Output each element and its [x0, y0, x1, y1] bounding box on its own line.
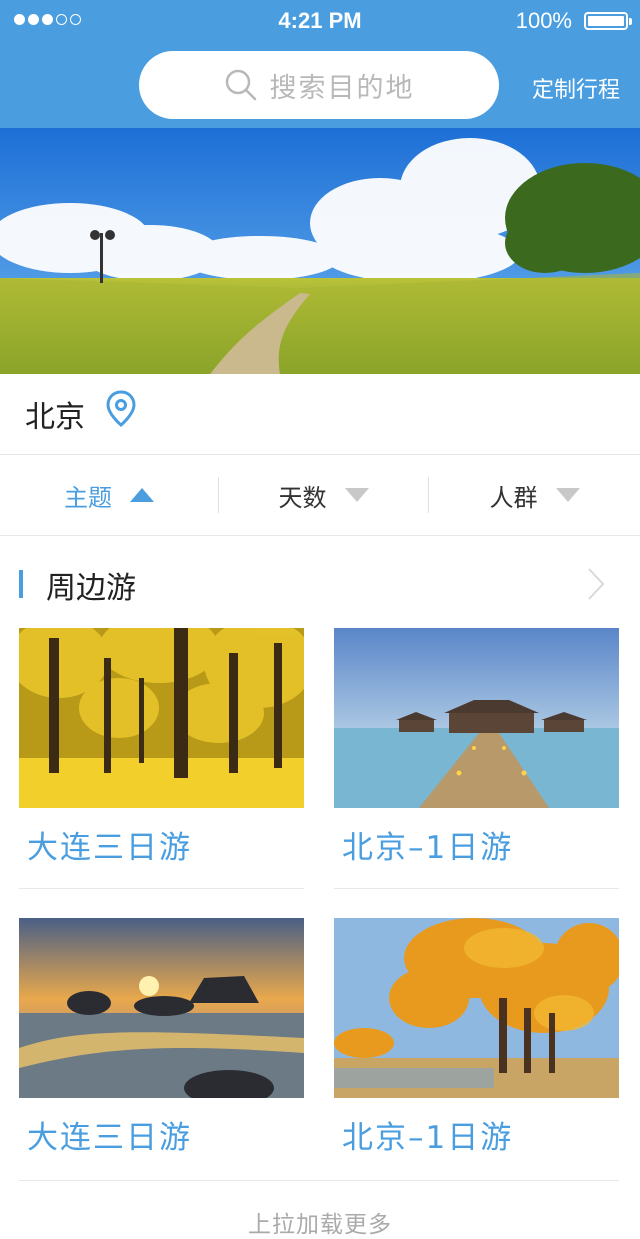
search-icon [225, 69, 256, 101]
custom-trip-button[interactable]: 定制行程 [532, 72, 620, 104]
filter-days[interactable]: 天数 [219, 455, 428, 535]
battery-icon [584, 12, 632, 30]
city-name: 北京 [25, 400, 85, 435]
card-image-overwater-villa[interactable] [334, 628, 619, 808]
load-more-hint: 上拉加载更多 [248, 1212, 392, 1238]
location-pin-icon[interactable] [105, 390, 137, 428]
card-image-autumn-trees[interactable] [334, 918, 619, 1098]
filter-people[interactable]: 人群 [429, 455, 640, 535]
filter-theme[interactable]: 主题 [0, 455, 218, 535]
hero-banner-image[interactable] [0, 128, 640, 374]
card-image-golden-forest[interactable] [19, 628, 304, 808]
filter-theme-label: 主题 [64, 483, 112, 512]
filter-bar: 主题 天数 人群 [0, 455, 640, 536]
chevron-right-icon[interactable] [586, 567, 606, 601]
card-title[interactable]: 大连三日游 [27, 1112, 192, 1157]
filter-people-label: 人群 [489, 483, 538, 512]
triangle-up-icon [130, 488, 154, 502]
card-title[interactable]: 北京–1日游 [342, 1112, 513, 1157]
search-placeholder: 搜索目的地 [269, 72, 415, 104]
city-row[interactable]: 北京 [0, 374, 640, 455]
filter-days-label: 天数 [278, 483, 327, 512]
section-title: 周边游 [46, 571, 136, 606]
card-title[interactable]: 大连三日游 [27, 822, 192, 867]
battery-percent: 100% [515, 8, 572, 33]
search-input[interactable]: 搜索目的地 [139, 51, 499, 119]
card-image-sunset-beach[interactable] [19, 918, 304, 1098]
top-header: 4:21 PM 100% 搜索目的地 定制行程 [0, 0, 640, 128]
triangle-down-icon [344, 488, 369, 502]
card-title[interactable]: 北京–1日游 [342, 822, 513, 867]
section-accent-bar [19, 570, 23, 598]
triangle-down-icon [555, 488, 580, 502]
status-bar: 4:21 PM 100% [0, 0, 640, 44]
